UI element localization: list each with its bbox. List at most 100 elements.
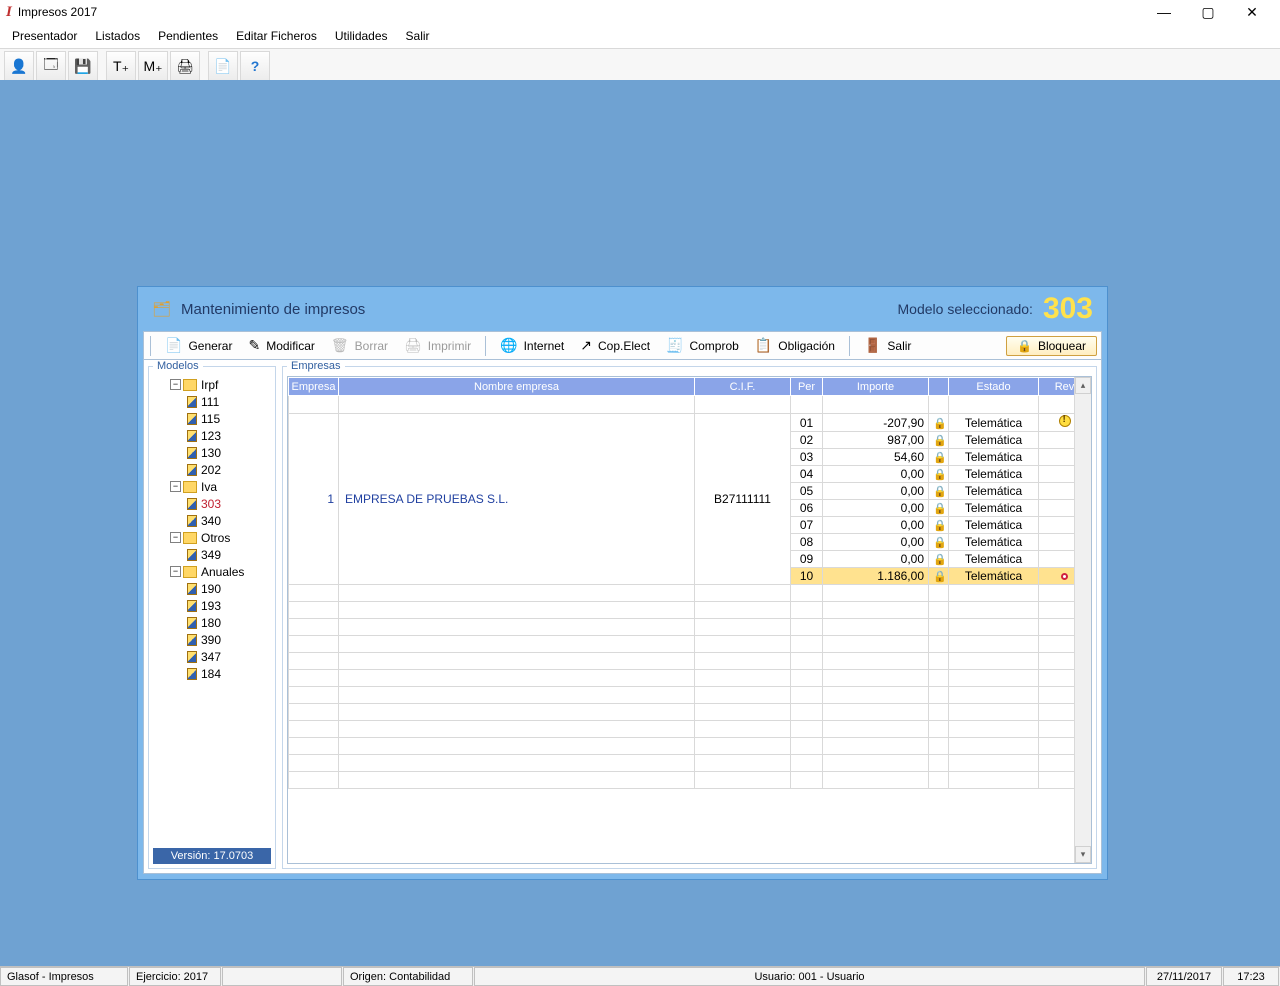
folder-icon [183, 481, 197, 493]
borrar-icon: 🗑 [331, 337, 349, 354]
version-bar: Versión: 17.0703 [153, 848, 271, 864]
toolbar-new-t-icon[interactable]: T₊ [106, 51, 136, 81]
document-icon [187, 634, 197, 646]
table-row[interactable] [289, 721, 1091, 738]
table-row[interactable] [289, 687, 1091, 704]
menu-utilidades[interactable]: Utilidades [327, 26, 396, 46]
table-row[interactable] [289, 755, 1091, 772]
status-usuario: Usuario: 001 - Usuario [474, 967, 1145, 986]
document-icon [187, 583, 197, 595]
toolbar-window-icon[interactable]: 🗔 [36, 51, 66, 81]
col-lock[interactable] [929, 378, 949, 396]
collapse-icon[interactable]: − [170, 481, 181, 492]
tree-item-190[interactable]: 190 [153, 580, 271, 597]
document-icon [187, 447, 197, 459]
table-row[interactable] [289, 602, 1091, 619]
collapse-icon[interactable]: − [170, 379, 181, 390]
mdi-workspace: 🗂 Mantenimiento de impresos Modelo selec… [0, 80, 1280, 966]
bloquear-button[interactable]: 🔒Bloquear [1006, 336, 1097, 356]
modelos-tree[interactable]: −Irpf111115123130202−Iva303340−Otros349−… [153, 376, 271, 848]
toolbar-print-icon[interactable]: 🖨 [170, 51, 200, 81]
folder-icon [183, 532, 197, 544]
col-estado[interactable]: Estado [949, 378, 1039, 396]
tree-item-115[interactable]: 115 [153, 410, 271, 427]
col-per[interactable]: Per [791, 378, 823, 396]
internet-button[interactable]: 🌐Internet [492, 335, 572, 357]
borrar-button[interactable]: 🗑Borrar [323, 335, 396, 357]
menu-pendientes[interactable]: Pendientes [150, 26, 226, 46]
collapse-icon[interactable]: − [170, 566, 181, 577]
table-row[interactable] [289, 619, 1091, 636]
col-importe[interactable]: Importe [823, 378, 929, 396]
table-row[interactable] [289, 772, 1091, 789]
copelect-button[interactable]: ↗Cop.Elect [572, 335, 658, 357]
maximize-button[interactable]: ▢ [1186, 0, 1230, 24]
table-row[interactable] [289, 704, 1091, 721]
close-button[interactable]: ✕ [1230, 0, 1274, 24]
obligacion-icon: 📋 [755, 337, 772, 354]
menu-listados[interactable]: Listados [87, 26, 148, 46]
imprimir-button[interactable]: 🖨Imprimir [396, 335, 479, 357]
toolbar-help-icon[interactable]: ? [240, 51, 270, 81]
tree-item-184[interactable]: 184 [153, 665, 271, 682]
document-icon [187, 600, 197, 612]
table-row[interactable] [289, 653, 1091, 670]
generar-button[interactable]: 📄Generar [157, 335, 240, 357]
grid-header-row[interactable]: Empresa Nombre empresa C.I.F. Per Import… [289, 378, 1091, 396]
folder-icon [183, 566, 197, 578]
tree-item-180[interactable]: 180 [153, 614, 271, 631]
warning-icon [1059, 415, 1071, 427]
collapse-icon[interactable]: − [170, 532, 181, 543]
tree-item-340[interactable]: 340 [153, 512, 271, 529]
internet-icon: 🌐 [500, 337, 517, 354]
table-row[interactable] [289, 670, 1091, 687]
salir-button[interactable]: 🚪Salir [856, 335, 919, 357]
scroll-down-icon[interactable]: ▾ [1075, 846, 1091, 863]
tree-item-123[interactable]: 123 [153, 427, 271, 444]
tree-item-390[interactable]: 390 [153, 631, 271, 648]
lock-icon: 🔒 [933, 435, 947, 447]
toolbar-new-m-icon[interactable]: M₊ [138, 51, 168, 81]
scroll-up-icon[interactable]: ▴ [1075, 377, 1091, 394]
lock-icon: 🔒 [933, 571, 947, 583]
toolbar-user-icon[interactable]: 👤 [4, 51, 34, 81]
obligacion-button[interactable]: 📋Obligación [747, 335, 843, 357]
menu-presentador[interactable]: Presentador [4, 26, 85, 46]
tree-item-130[interactable]: 130 [153, 444, 271, 461]
table-row[interactable] [289, 585, 1091, 602]
menu-editar-ficheros[interactable]: Editar Ficheros [228, 26, 325, 46]
lock-icon: 🔒 [933, 469, 947, 481]
document-icon [187, 498, 197, 510]
child-window: 🗂 Mantenimiento de impresos Modelo selec… [137, 286, 1108, 880]
tree-item-347[interactable]: 347 [153, 648, 271, 665]
table-row[interactable]: 1EMPRESA DE PRUEBAS S.L.B2711111101-207,… [289, 414, 1091, 432]
tree-folder-iva[interactable]: −Iva [153, 478, 271, 495]
grid-filter-row[interactable] [289, 396, 1091, 414]
toolbar-save-icon[interactable]: 💾 [68, 51, 98, 81]
child-title: Mantenimiento de impresos [181, 301, 365, 318]
modificar-button[interactable]: ✎Modificar [240, 335, 322, 357]
lock-icon: 🔒 [933, 503, 947, 515]
imprimir-icon: 🖨 [404, 337, 422, 354]
menu-salir[interactable]: Salir [398, 26, 438, 46]
tree-item-202[interactable]: 202 [153, 461, 271, 478]
minimize-button[interactable]: — [1142, 0, 1186, 24]
tree-item-303[interactable]: 303 [153, 495, 271, 512]
statusbar: Glasof - Impresos Ejercicio: 2017 Origen… [0, 966, 1280, 986]
lock-icon: 🔒 [933, 418, 947, 430]
tree-item-193[interactable]: 193 [153, 597, 271, 614]
toolbar-list-icon[interactable]: 📄 [208, 51, 238, 81]
comprob-button[interactable]: 🧾Comprob [658, 335, 747, 357]
table-row[interactable] [289, 738, 1091, 755]
tree-folder-anuales[interactable]: −Anuales [153, 563, 271, 580]
col-cif[interactable]: C.I.F. [695, 378, 791, 396]
grid-scrollbar[interactable]: ▴ ▾ [1074, 377, 1091, 863]
tree-item-111[interactable]: 111 [153, 393, 271, 410]
table-row[interactable] [289, 636, 1091, 653]
tree-folder-otros[interactable]: −Otros [153, 529, 271, 546]
col-empresa[interactable]: Empresa [289, 378, 339, 396]
tree-item-349[interactable]: 349 [153, 546, 271, 563]
col-nombre[interactable]: Nombre empresa [339, 378, 695, 396]
tree-folder-irpf[interactable]: −Irpf [153, 376, 271, 393]
empresas-grid[interactable]: Empresa Nombre empresa C.I.F. Per Import… [287, 376, 1092, 864]
